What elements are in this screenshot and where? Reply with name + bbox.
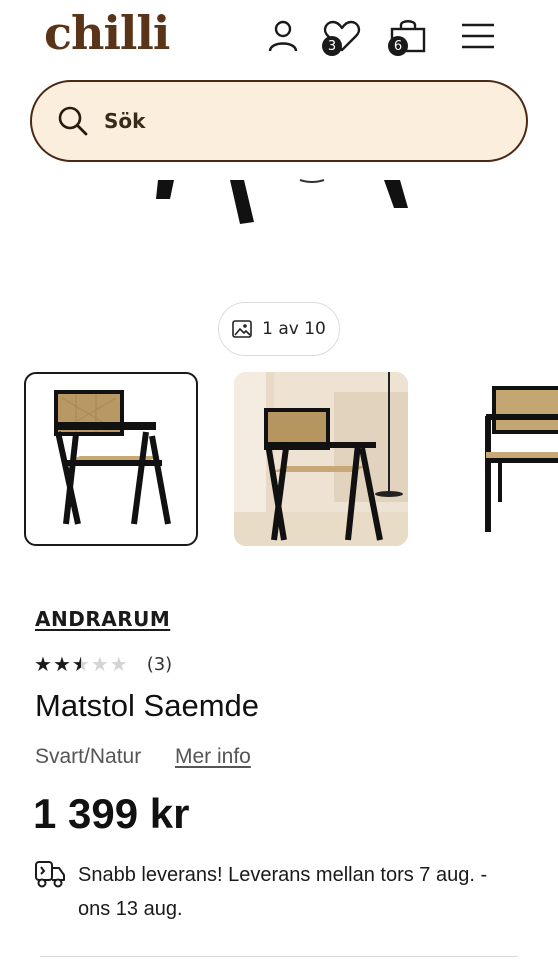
image-icon bbox=[232, 320, 252, 338]
star-empty-icon: ★ bbox=[109, 652, 128, 676]
cart-button[interactable]: 6 bbox=[388, 16, 428, 56]
star-empty-icon: ★ bbox=[90, 652, 109, 676]
wishlist-count-badge: 3 bbox=[322, 36, 342, 56]
delivery-text: Snabb leverans! Leverans mellan tors 7 a… bbox=[78, 864, 488, 920]
search-icon[interactable] bbox=[56, 104, 90, 138]
divider bbox=[40, 956, 518, 957]
star-icon: ★ bbox=[34, 652, 52, 676]
menu-button[interactable] bbox=[458, 16, 498, 56]
product-title: Matstol Saemde bbox=[35, 688, 259, 723]
star-icon: ★ bbox=[52, 652, 71, 676]
logo[interactable]: chilli bbox=[44, 6, 170, 60]
account-button[interactable] bbox=[263, 16, 303, 56]
delivery-info: Snabb leverans! Leverans mellan tors 7 a… bbox=[34, 858, 504, 926]
gallery-counter[interactable]: 1 av 10 bbox=[218, 302, 340, 356]
rating[interactable]: ★ ★ ★ ★ ★ (3) bbox=[34, 652, 172, 676]
thumbnail-2[interactable] bbox=[234, 372, 408, 546]
header: chilli 3 6 bbox=[0, 0, 558, 80]
cart-count-badge: 6 bbox=[388, 36, 408, 56]
thumbnail-1[interactable] bbox=[24, 372, 198, 546]
product-variant: Svart/Natur bbox=[35, 745, 142, 768]
wishlist-button[interactable]: 3 bbox=[322, 16, 362, 56]
more-info-link[interactable]: Mer info bbox=[175, 745, 251, 769]
rating-count: (3) bbox=[146, 653, 173, 675]
gallery-counter-label: 1 av 10 bbox=[262, 319, 326, 339]
product-price: 1 399 kr bbox=[33, 790, 190, 837]
search-bar[interactable] bbox=[30, 80, 528, 162]
user-icon bbox=[268, 20, 298, 52]
thumbnail-strip bbox=[0, 370, 558, 550]
search-input[interactable] bbox=[104, 109, 464, 133]
brand-link[interactable]: ANDRARUM bbox=[35, 607, 170, 631]
delivery-truck-icon bbox=[35, 861, 65, 888]
star-half-icon: ★ bbox=[71, 652, 90, 676]
thumbnail-3[interactable] bbox=[484, 372, 558, 546]
menu-icon bbox=[462, 23, 494, 49]
